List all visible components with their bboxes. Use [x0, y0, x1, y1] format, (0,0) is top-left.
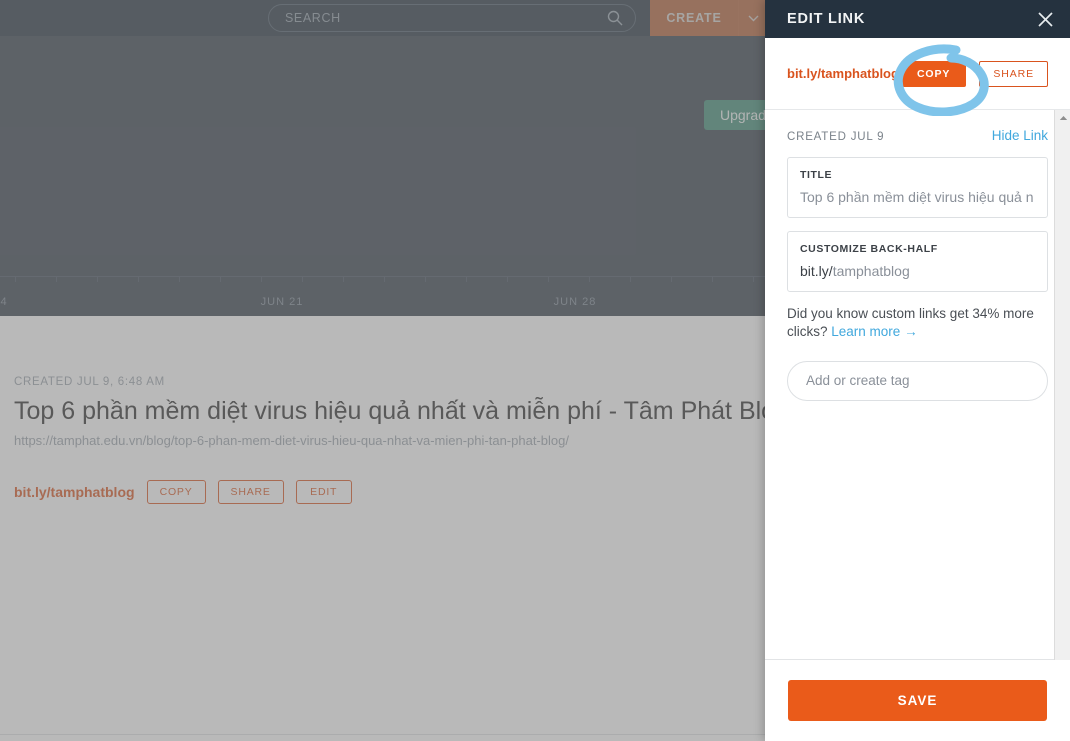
- panel-body: CREATED JUL 9 Hide Link TITLE Top 6 phần…: [765, 110, 1070, 659]
- screen: SEARCH CREATE 4JUN 21JUN 28: [0, 0, 1070, 741]
- promo-arrow-icon: →: [904, 323, 918, 339]
- panel-link-row: bit.ly/tamphatblog COPY SHARE: [765, 38, 1070, 110]
- hide-link-button[interactable]: Hide Link: [992, 128, 1048, 143]
- share-button[interactable]: SHARE: [979, 60, 1048, 87]
- panel-created-label: CREATED JUL 9: [787, 131, 885, 143]
- edit-link-panel: EDIT LINK bit.ly/tamphatblog COPY SHARE …: [765, 0, 1070, 741]
- save-button[interactable]: SAVE: [788, 680, 1047, 721]
- modal-scrim[interactable]: [0, 0, 765, 741]
- custom-link-promo: Did you know custom links get 34% more c…: [787, 305, 1048, 341]
- back-half-host: bit.ly/: [800, 263, 833, 279]
- panel-bitlink-text[interactable]: bit.ly/tamphatblog: [787, 66, 901, 81]
- back-half-field[interactable]: CUSTOMIZE BACK-HALF bit.ly/tamphatblog: [787, 231, 1048, 292]
- panel-title: EDIT LINK: [787, 11, 866, 27]
- title-field[interactable]: TITLE Top 6 phần mềm diệt virus hiệu quả…: [787, 157, 1048, 218]
- panel-scrollbar[interactable]: [1054, 110, 1070, 660]
- copy-button[interactable]: COPY: [900, 60, 967, 87]
- close-icon[interactable]: [1033, 7, 1057, 31]
- title-field-value[interactable]: Top 6 phần mềm diệt virus hiệu quả n: [800, 189, 1035, 205]
- panel-created-row: CREATED JUL 9 Hide Link: [787, 128, 1048, 143]
- scroll-up-arrow-icon[interactable]: [1055, 110, 1070, 126]
- tag-input[interactable]: Add or create tag: [787, 360, 1048, 401]
- panel-header: EDIT LINK: [765, 0, 1070, 38]
- learn-more-link[interactable]: Learn more: [831, 324, 900, 339]
- panel-footer: SAVE: [765, 659, 1070, 741]
- tag-input-placeholder: Add or create tag: [806, 373, 910, 389]
- back-half-field-label: CUSTOMIZE BACK-HALF: [800, 243, 938, 255]
- title-field-label: TITLE: [800, 169, 833, 181]
- back-half-slug[interactable]: tamphatblog: [833, 263, 910, 279]
- back-half-field-value[interactable]: bit.ly/tamphatblog: [800, 263, 1035, 279]
